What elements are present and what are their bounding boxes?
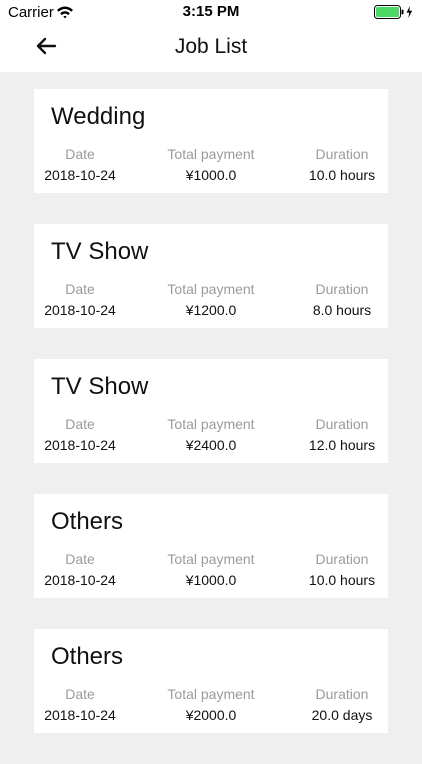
duration-value: 12.0 hours bbox=[308, 437, 376, 453]
payment-value: ¥1200.0 bbox=[185, 302, 237, 318]
payment-column: Total payment ¥2400.0 bbox=[126, 416, 296, 453]
payment-label: Total payment bbox=[167, 281, 255, 297]
job-title: TV Show bbox=[51, 373, 149, 400]
payment-label: Total payment bbox=[167, 416, 255, 432]
date-label: Date bbox=[65, 416, 95, 432]
duration-value: 10.0 hours bbox=[308, 167, 376, 183]
date-value: 2018-10-24 bbox=[44, 302, 116, 318]
job-card[interactable]: Others Date 2018-10-24 Total payment ¥20… bbox=[34, 629, 388, 733]
job-details: Date 2018-10-24 Total payment ¥1200.0 Du… bbox=[34, 281, 388, 318]
date-column: Date 2018-10-24 bbox=[34, 281, 126, 318]
duration-column: Duration 10.0 hours bbox=[296, 146, 388, 183]
duration-column: Duration 8.0 hours bbox=[296, 281, 388, 318]
duration-value: 20.0 days bbox=[311, 707, 373, 723]
date-label: Date bbox=[65, 146, 95, 162]
payment-value: ¥1000.0 bbox=[185, 572, 237, 588]
payment-value: ¥2000.0 bbox=[185, 707, 237, 723]
duration-label: Duration bbox=[315, 686, 369, 702]
date-label: Date bbox=[65, 281, 95, 297]
payment-column: Total payment ¥2000.0 bbox=[126, 686, 296, 723]
job-card[interactable]: TV Show Date 2018-10-24 Total payment ¥1… bbox=[34, 224, 388, 328]
job-title: Others bbox=[51, 508, 124, 535]
date-column: Date 2018-10-24 bbox=[34, 686, 126, 723]
payment-value: ¥1000.0 bbox=[185, 167, 237, 183]
date-column: Date 2018-10-24 bbox=[34, 416, 126, 453]
job-card[interactable]: TV Show Date 2018-10-24 Total payment ¥2… bbox=[34, 359, 388, 463]
job-details: Date 2018-10-24 Total payment ¥2400.0 Du… bbox=[34, 416, 388, 453]
payment-column: Total payment ¥1200.0 bbox=[126, 281, 296, 318]
duration-column: Duration 20.0 days bbox=[296, 686, 388, 723]
date-column: Date 2018-10-24 bbox=[34, 551, 126, 588]
date-value: 2018-10-24 bbox=[44, 437, 116, 453]
job-list: Wedding Date 2018-10-24 Total payment ¥1… bbox=[34, 89, 388, 764]
duration-label: Duration bbox=[315, 281, 369, 297]
job-details: Date 2018-10-24 Total payment ¥1000.0 Du… bbox=[34, 146, 388, 183]
date-value: 2018-10-24 bbox=[44, 707, 116, 723]
job-details: Date 2018-10-24 Total payment ¥2000.0 Du… bbox=[34, 686, 388, 723]
duration-column: Duration 10.0 hours bbox=[296, 551, 388, 588]
payment-value: ¥2400.0 bbox=[185, 437, 237, 453]
duration-value: 8.0 hours bbox=[312, 302, 372, 318]
date-value: 2018-10-24 bbox=[44, 167, 116, 183]
payment-label: Total payment bbox=[167, 146, 255, 162]
job-card[interactable]: Others Date 2018-10-24 Total payment ¥10… bbox=[34, 494, 388, 598]
duration-label: Duration bbox=[315, 146, 369, 162]
duration-value: 10.0 hours bbox=[308, 572, 376, 588]
page-title: Job List bbox=[174, 35, 248, 58]
date-value: 2018-10-24 bbox=[44, 572, 116, 588]
payment-label: Total payment bbox=[167, 551, 255, 567]
battery-icon bbox=[374, 5, 416, 19]
job-title: Others bbox=[51, 643, 124, 670]
job-title: TV Show bbox=[51, 238, 149, 265]
job-card[interactable]: Wedding Date 2018-10-24 Total payment ¥1… bbox=[34, 89, 388, 193]
date-column: Date 2018-10-24 bbox=[34, 146, 126, 183]
date-label: Date bbox=[65, 551, 95, 567]
duration-label: Duration bbox=[315, 551, 369, 567]
duration-column: Duration 12.0 hours bbox=[296, 416, 388, 453]
payment-column: Total payment ¥1000.0 bbox=[126, 551, 296, 588]
status-bar: Carrier 3:15 PM bbox=[0, 0, 422, 24]
duration-label: Duration bbox=[315, 416, 369, 432]
payment-column: Total payment ¥1000.0 bbox=[126, 146, 296, 183]
nav-bar: Job List bbox=[0, 24, 422, 72]
job-title: Wedding bbox=[51, 103, 146, 130]
payment-label: Total payment bbox=[167, 686, 255, 702]
date-label: Date bbox=[65, 686, 95, 702]
status-time: 3:15 PM bbox=[182, 3, 240, 20]
job-details: Date 2018-10-24 Total payment ¥1000.0 Du… bbox=[34, 551, 388, 588]
